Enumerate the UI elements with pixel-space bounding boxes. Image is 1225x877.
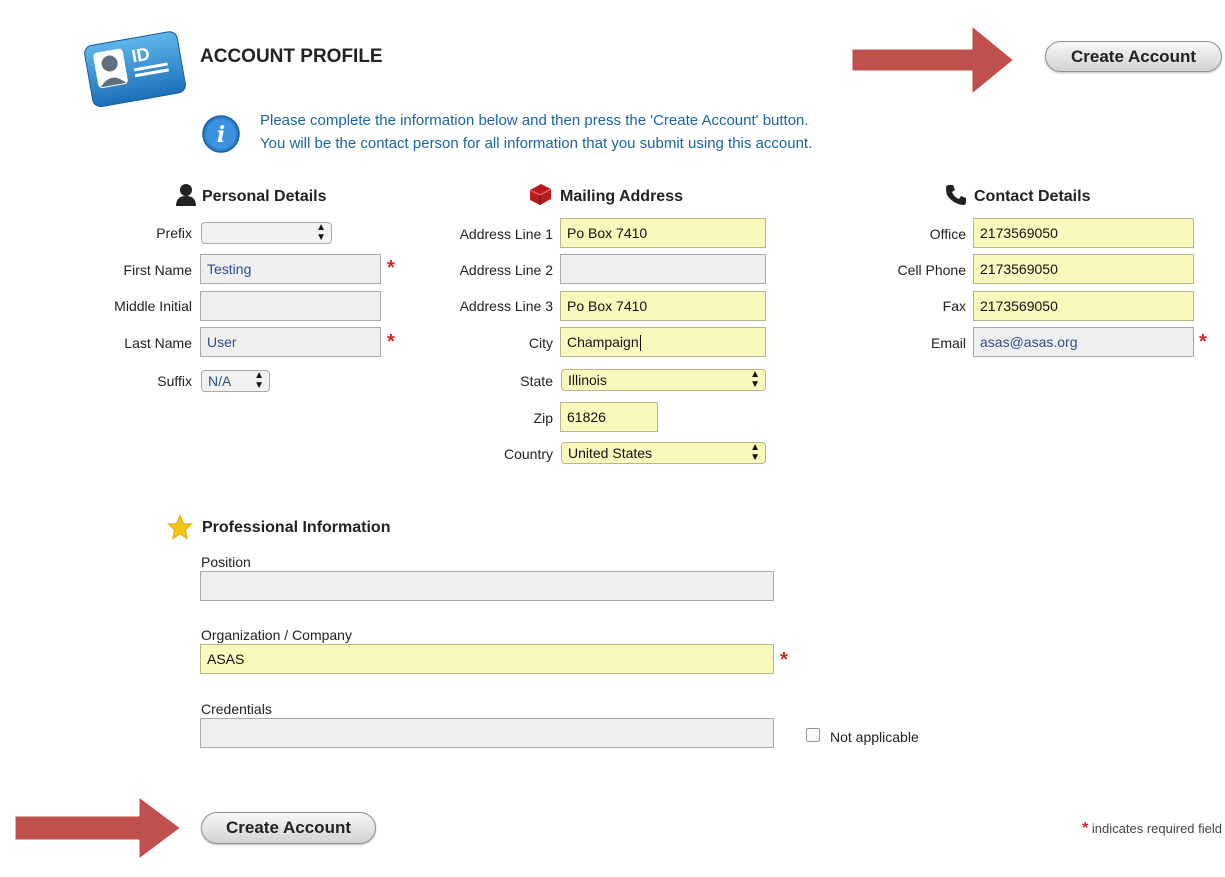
star-icon — [167, 513, 193, 540]
create-account-button-bottom[interactable]: Create Account — [201, 812, 376, 844]
required-star-last-name: * — [387, 331, 395, 353]
suffix-select[interactable]: N/A ▲ ▼ — [201, 370, 270, 392]
address-line-3-label: Address Line 3 — [459, 298, 553, 314]
office-input[interactable]: 2173569050 — [973, 218, 1194, 248]
info-text-line-1: Please complete the information below an… — [260, 112, 809, 129]
required-star-first-name: * — [387, 257, 395, 279]
not-applicable-checkbox[interactable] — [806, 728, 820, 742]
state-select-value: Illinois — [568, 372, 607, 388]
middle-initial-input[interactable] — [200, 291, 381, 321]
text-cursor — [639, 335, 641, 352]
city-input[interactable]: Champaign — [560, 327, 766, 357]
red-arrow-top-icon — [845, 16, 1025, 104]
select-arrows-icon: ▲ ▼ — [750, 442, 760, 463]
fax-label: Fax — [942, 298, 966, 314]
red-arrow-bottom-icon — [10, 792, 190, 872]
city-label: City — [528, 335, 553, 351]
svg-text:ID: ID — [130, 44, 151, 67]
prefix-select[interactable]: ▲ ▼ — [201, 222, 332, 244]
suffix-select-value: N/A — [208, 373, 232, 389]
last-name-input[interactable]: User — [200, 327, 381, 357]
professional-information-title: Professional Information — [202, 519, 391, 536]
email-label: Email — [930, 335, 966, 351]
position-input[interactable] — [200, 571, 774, 601]
suffix-label: Suffix — [157, 373, 192, 389]
phone-icon — [944, 183, 968, 207]
position-label: Position — [201, 554, 251, 570]
address-line-1-label: Address Line 1 — [459, 226, 553, 242]
office-label: Office — [929, 226, 966, 242]
info-text-line-2: You will be the contact person for all i… — [260, 135, 813, 152]
mailbox-icon — [527, 182, 553, 206]
required-field-note: * indicates required field — [1082, 820, 1222, 838]
cell-phone-label: Cell Phone — [897, 262, 967, 278]
fax-input[interactable]: 2173569050 — [973, 291, 1194, 321]
personal-details-title: Personal Details — [202, 188, 327, 205]
create-account-button-top[interactable]: Create Account — [1045, 41, 1222, 72]
state-select[interactable]: Illinois ▲ ▼ — [561, 369, 766, 391]
address-line-1-input[interactable]: Po Box 7410 — [560, 218, 766, 248]
credentials-label: Credentials — [201, 701, 272, 717]
zip-label: Zip — [533, 410, 553, 426]
address-line-2-label: Address Line 2 — [459, 262, 553, 278]
contact-details-title: Contact Details — [974, 188, 1091, 205]
info-icon: i — [201, 114, 241, 154]
prefix-label: Prefix — [156, 225, 192, 241]
address-line-3-input[interactable]: Po Box 7410 — [560, 291, 766, 321]
email-input[interactable]: asas@asas.org — [973, 327, 1194, 357]
first-name-label: First Name — [123, 262, 192, 278]
required-note-text: indicates required field — [1088, 821, 1222, 836]
country-select[interactable]: United States ▲ ▼ — [561, 442, 766, 464]
middle-initial-label: Middle Initial — [114, 298, 192, 314]
zip-input[interactable]: 61826 — [560, 402, 658, 432]
country-select-value: United States — [568, 445, 653, 461]
not-applicable-label: Not applicable — [830, 729, 919, 745]
state-label: State — [520, 373, 553, 389]
select-arrows-icon: ▲ ▼ — [316, 222, 326, 243]
svg-text:i: i — [217, 122, 225, 148]
organization-input[interactable]: ASAS — [200, 644, 774, 674]
required-star-organization: * — [780, 649, 788, 671]
last-name-label: Last Name — [124, 335, 192, 351]
mailing-address-title: Mailing Address — [560, 188, 683, 205]
person-icon — [175, 183, 197, 207]
address-line-2-input[interactable] — [560, 254, 766, 284]
first-name-input[interactable]: Testing — [200, 254, 381, 284]
select-arrows-icon: ▲ ▼ — [750, 369, 760, 390]
cell-phone-input[interactable]: 2173569050 — [973, 254, 1194, 284]
organization-label: Organization / Company — [201, 627, 352, 643]
page-title: ACCOUNT PROFILE — [200, 46, 383, 67]
required-star-email: * — [1199, 331, 1207, 353]
credentials-input[interactable] — [200, 718, 774, 748]
id-card-logo-icon: ID — [80, 26, 192, 112]
select-arrows-icon: ▲ ▼ — [254, 370, 264, 391]
city-input-value: Champaign — [567, 334, 639, 350]
country-label: Country — [503, 446, 553, 462]
